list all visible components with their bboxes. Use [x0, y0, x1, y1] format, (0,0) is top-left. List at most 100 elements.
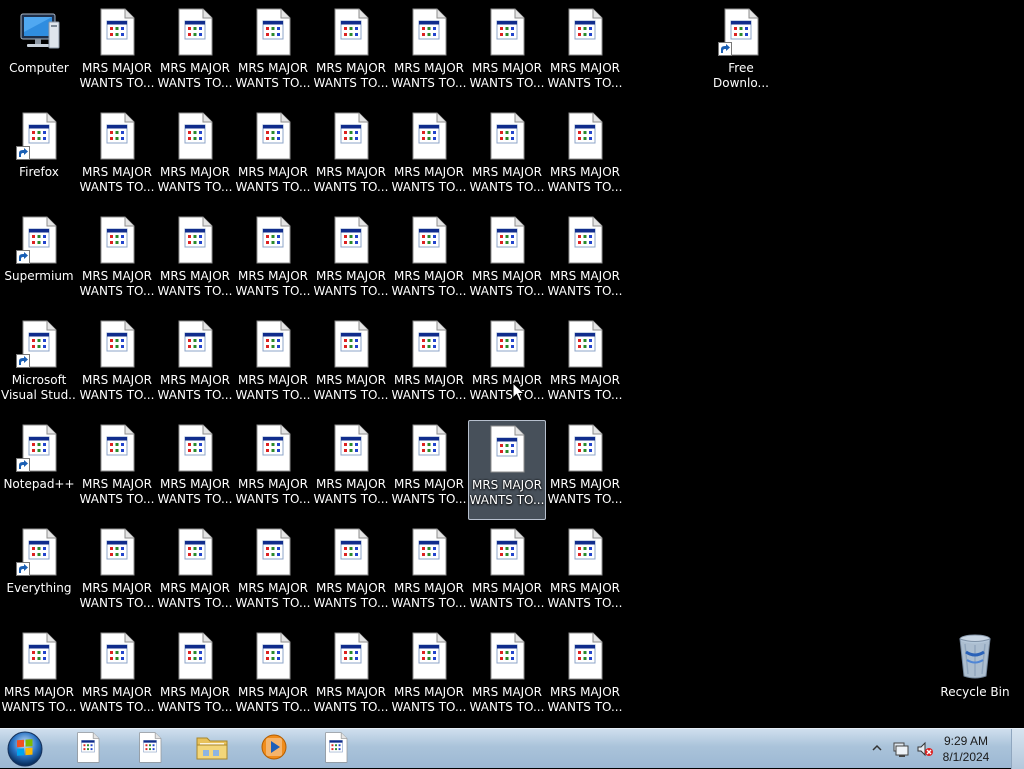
program-file-icon: [171, 528, 219, 576]
program-file-icon: [93, 216, 141, 264]
show-desktop-button[interactable]: [1011, 729, 1024, 769]
desktop-file-mrs-major[interactable]: MRS MAJOR WANTS TO...: [546, 4, 624, 104]
program-file-icon: [249, 528, 297, 576]
desktop-file-mrs-major[interactable]: MRS MAJOR WANTS TO...: [546, 420, 624, 520]
taskbar: 9:29 AM 8/1/2024: [0, 728, 1024, 769]
desktop-file-mrs-major[interactable]: MRS MAJOR WANTS TO...: [78, 212, 156, 312]
desktop-icon-everything[interactable]: Everything: [0, 524, 78, 624]
desktop-file-mrs-major[interactable]: MRS MAJOR WANTS TO...: [156, 524, 234, 624]
desktop-icon-recycle-bin[interactable]: Recycle Bin: [936, 628, 1014, 728]
desktop-file-mrs-major[interactable]: MRS MAJOR WANTS TO...: [156, 420, 234, 520]
desktop-icon-mrs-major-wants-to[interactable]: MRS MAJOR WANTS TO...: [0, 628, 78, 728]
network-icon[interactable]: [892, 740, 910, 758]
program-file-icon: [171, 320, 219, 368]
label-line: MRS MAJOR: [237, 477, 308, 491]
desktop-file-mrs-major[interactable]: MRS MAJOR WANTS TO...: [546, 316, 624, 416]
desktop-file-mrs-major[interactable]: MRS MAJOR WANTS TO...: [390, 524, 468, 624]
desktop-file-mrs-major[interactable]: MRS MAJOR WANTS TO...: [78, 420, 156, 520]
desktop-file-mrs-major[interactable]: MRS MAJOR WANTS TO...: [390, 420, 468, 520]
start-button[interactable]: [3, 730, 47, 768]
desktop-icon-computer[interactable]: Computer: [0, 4, 78, 104]
mouse-cursor: [512, 382, 526, 402]
desktop-file-mrs-major[interactable]: MRS MAJOR WANTS TO...: [78, 524, 156, 624]
desktop[interactable]: Computer Firefox Supermium Microsoft Visu…: [0, 0, 1024, 728]
label-line: WANTS TO...: [235, 596, 311, 610]
desktop-file-mrs-major[interactable]: MRS MAJOR WANTS TO...: [234, 524, 312, 624]
desktop-file-mrs-major[interactable]: MRS MAJOR WANTS TO...: [78, 628, 156, 728]
desktop-file-mrs-major[interactable]: MRS MAJOR WANTS TO...: [468, 108, 546, 208]
desktop-file-mrs-major[interactable]: MRS MAJOR WANTS TO...: [390, 108, 468, 208]
desktop-file-mrs-major[interactable]: MRS MAJOR WANTS TO...: [156, 4, 234, 104]
taskbar-button[interactable]: [62, 731, 114, 767]
label-line: WANTS TO...: [391, 388, 467, 402]
desktop-file-mrs-major[interactable]: MRS MAJOR WANTS TO...: [546, 628, 624, 728]
desktop-icon-microsoft-visual-stud[interactable]: Microsoft Visual Stud...: [0, 316, 78, 416]
label-line: WANTS TO...: [79, 388, 155, 402]
clock[interactable]: 9:29 AM 8/1/2024: [936, 733, 996, 765]
desktop-file-mrs-major[interactable]: MRS MAJOR WANTS TO...: [234, 108, 312, 208]
taskbar-button[interactable]: [310, 731, 362, 767]
desktop-file-mrs-major[interactable]: MRS MAJOR WANTS TO...: [390, 628, 468, 728]
desktop-file-mrs-major[interactable]: MRS MAJOR WANTS TO...: [78, 108, 156, 208]
desktop-file-mrs-major[interactable]: MRS MAJOR WANTS TO...: [156, 212, 234, 312]
desktop-file-mrs-major-label: MRS MAJOR WANTS TO...: [157, 61, 233, 91]
desktop-file-mrs-major[interactable]: MRS MAJOR WANTS TO...: [234, 628, 312, 728]
desktop-file-mrs-major[interactable]: MRS MAJOR WANTS TO...: [234, 420, 312, 520]
desktop-file-mrs-major[interactable]: MRS MAJOR WANTS TO...: [390, 4, 468, 104]
taskbar-button[interactable]: [248, 731, 300, 767]
desktop-file-mrs-major[interactable]: MRS MAJOR WANTS TO...: [468, 524, 546, 624]
label-line: MRS MAJOR: [159, 269, 230, 283]
shortcut-arrow-icon: [16, 354, 30, 368]
desktop-file-mrs-major[interactable]: MRS MAJOR WANTS TO...: [78, 4, 156, 104]
desktop-file-mrs-major[interactable]: MRS MAJOR WANTS TO...: [546, 212, 624, 312]
desktop-file-mrs-major-label: MRS MAJOR WANTS TO...: [391, 373, 467, 403]
desktop-icon-notepad[interactable]: Notepad++: [0, 420, 78, 520]
desktop-file-mrs-major[interactable]: MRS MAJOR WANTS TO...: [156, 316, 234, 416]
volume-muted-icon[interactable]: [916, 740, 934, 758]
desktop-file-mrs-major-label: MRS MAJOR WANTS TO...: [391, 477, 467, 507]
show-hidden-icons-chevron[interactable]: [872, 743, 882, 753]
taskbar-button[interactable]: [124, 731, 176, 767]
desktop-file-mrs-major[interactable]: MRS MAJOR WANTS TO...: [312, 628, 390, 728]
desktop-file-mrs-major[interactable]: MRS MAJOR WANTS TO...: [468, 212, 546, 312]
desktop-file-mrs-major[interactable]: MRS MAJOR WANTS TO...: [468, 4, 546, 104]
program-file-icon: [405, 216, 453, 264]
program-file-icon: [249, 8, 297, 56]
desktop-file-mrs-major[interactable]: MRS MAJOR WANTS TO...: [390, 212, 468, 312]
desktop-file-mrs-major[interactable]: MRS MAJOR WANTS TO...: [312, 108, 390, 208]
desktop-file-mrs-major[interactable]: MRS MAJOR WANTS TO...: [234, 4, 312, 104]
program-file-icon: [93, 320, 141, 368]
desktop-file-mrs-major[interactable]: MRS MAJOR WANTS TO...: [546, 524, 624, 624]
program-file-icon: [93, 632, 141, 680]
desktop-file-mrs-major-label: MRS MAJOR WANTS TO...: [235, 581, 311, 611]
label-line: WANTS TO...: [469, 180, 545, 194]
label-line: Microsoft: [11, 373, 67, 387]
desktop-file-mrs-major[interactable]: MRS MAJOR WANTS TO...: [312, 420, 390, 520]
folder-icon: [195, 732, 229, 766]
desktop-file-mrs-major[interactable]: MRS MAJOR WANTS TO...: [312, 524, 390, 624]
desktop-file-mrs-major[interactable]: MRS MAJOR WANTS TO...: [156, 628, 234, 728]
desktop-file-mrs-major[interactable]: MRS MAJOR WANTS TO...: [390, 316, 468, 416]
desktop-file-mrs-major[interactable]: MRS MAJOR WANTS TO...: [156, 108, 234, 208]
desktop-file-mrs-major[interactable]: MRS MAJOR WANTS TO...: [312, 212, 390, 312]
desktop-file-mrs-major-label: MRS MAJOR WANTS TO...: [235, 685, 311, 715]
desktop-file-mrs-major[interactable]: MRS MAJOR WANTS TO...: [468, 628, 546, 728]
desktop-file-mrs-major[interactable]: MRS MAJOR WANTS TO...: [234, 316, 312, 416]
desktop-icon-supermium[interactable]: Supermium: [0, 212, 78, 312]
desktop-file-mrs-major[interactable]: MRS MAJOR WANTS TO...: [312, 4, 390, 104]
desktop-file-mrs-major-label: MRS MAJOR WANTS TO...: [157, 477, 233, 507]
desktop-icon-free-download[interactable]: Free Downlo...: [702, 4, 780, 104]
desktop-file-mrs-major[interactable]: MRS MAJOR WANTS TO...: [468, 316, 546, 416]
desktop-icon-firefox[interactable]: Firefox: [0, 108, 78, 208]
label-line: WANTS TO...: [391, 180, 467, 194]
desktop-file-mrs-major[interactable]: MRS MAJOR WANTS TO...: [312, 316, 390, 416]
desktop-file-mrs-major-label: MRS MAJOR WANTS TO...: [469, 165, 545, 195]
desktop-file-mrs-major[interactable]: MRS MAJOR WANTS TO...: [546, 108, 624, 208]
desktop-file-mrs-major[interactable]: MRS MAJOR WANTS TO...: [78, 316, 156, 416]
desktop-file-mrs-major[interactable]: MRS MAJOR WANTS TO...: [468, 420, 546, 520]
label-line: MRS MAJOR: [315, 477, 386, 491]
label-line: MRS MAJOR: [471, 685, 542, 699]
desktop-file-mrs-major[interactable]: MRS MAJOR WANTS TO...: [234, 212, 312, 312]
desktop-file-mrs-major-label: MRS MAJOR WANTS TO...: [235, 165, 311, 195]
taskbar-button[interactable]: [186, 731, 238, 767]
